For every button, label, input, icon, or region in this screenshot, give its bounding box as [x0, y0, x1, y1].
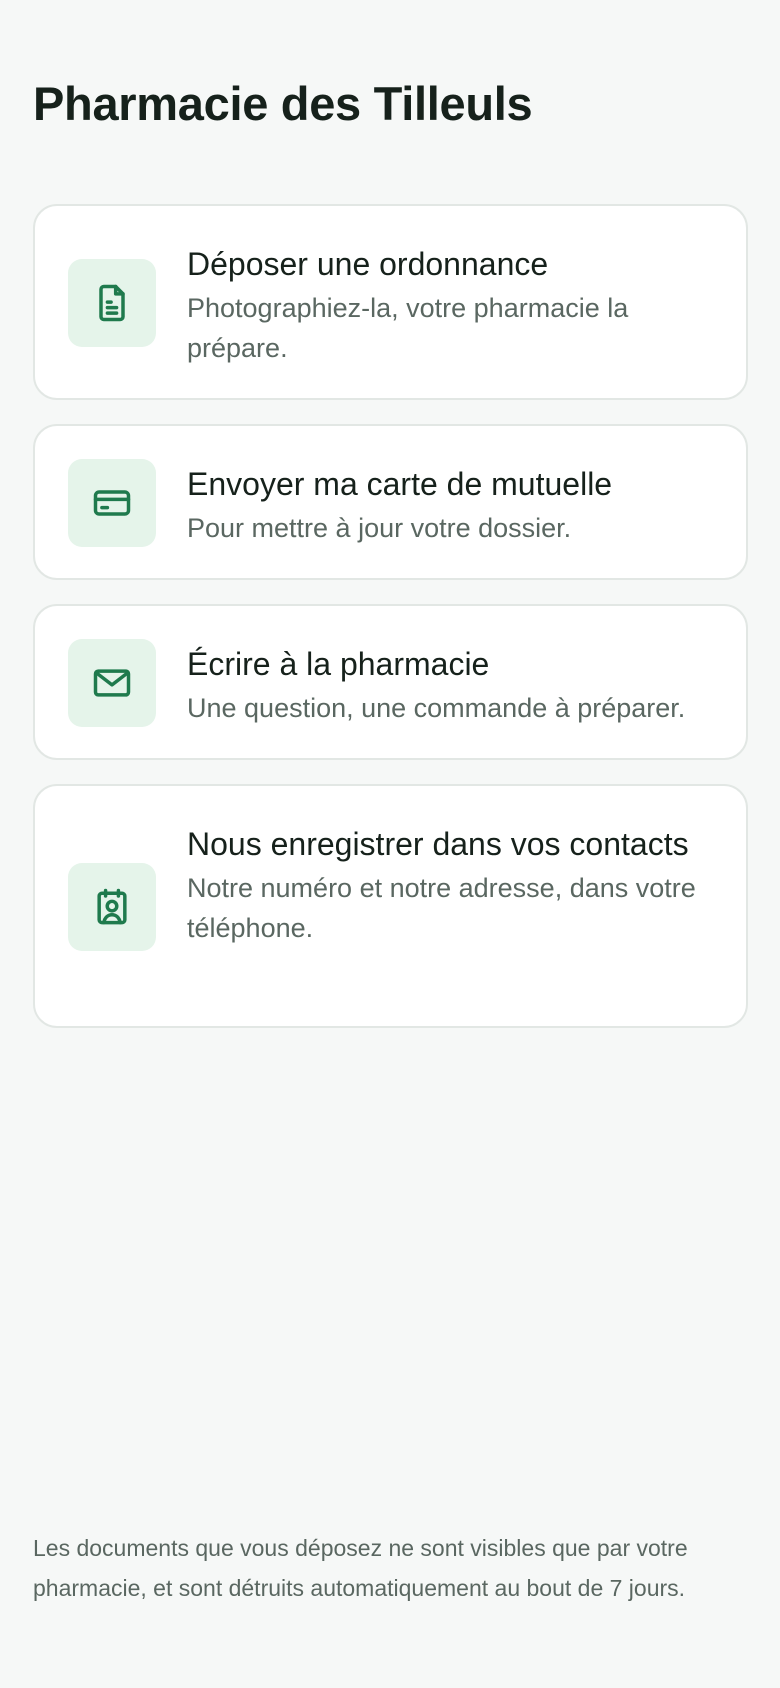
contact-card-icon: [97, 888, 127, 925]
icon-box: [68, 863, 156, 951]
card-title: Nous enregistrer dans vos contacts: [187, 826, 689, 862]
credit-card-icon: [93, 490, 131, 516]
icon-box: [68, 639, 156, 727]
icon-box: [68, 459, 156, 547]
action-card-message[interactable]: Écrire à la pharmacie Une question, une …: [33, 604, 748, 760]
card-description: Une question, une commande à préparer.: [187, 693, 686, 723]
action-card-prescription[interactable]: Déposer une ordonnance Photographiez-la,…: [33, 204, 748, 400]
card-text: Envoyer ma carte de mutuelle Pour mettre…: [187, 460, 716, 548]
privacy-note: Les documents que vous déposez ne sont v…: [33, 1535, 688, 1601]
document-icon: [99, 284, 125, 322]
card-description: Notre numéro et notre adresse, dans votr…: [187, 873, 696, 943]
page-title: Pharmacie des Tilleuls: [33, 77, 533, 130]
card-text: Écrire à la pharmacie Une question, une …: [187, 640, 716, 728]
action-card-contacts[interactable]: Nous enregistrer dans vos contacts Notre…: [33, 784, 748, 1028]
mail-icon: [93, 669, 131, 697]
card-title: Déposer une ordonnance: [187, 246, 549, 282]
action-card-insurance[interactable]: Envoyer ma carte de mutuelle Pour mettre…: [33, 424, 748, 580]
card-title: Envoyer ma carte de mutuelle: [187, 466, 613, 502]
card-description: Pour mettre à jour votre dossier.: [187, 513, 572, 543]
card-text: Déposer une ordonnance Photographiez-la,…: [187, 240, 716, 368]
card-description: Photographiez-la, votre pharmacie la pré…: [187, 293, 629, 363]
icon-box: [68, 259, 156, 347]
card-text: Nous enregistrer dans vos contacts Notre…: [187, 820, 716, 948]
card-title: Écrire à la pharmacie: [187, 646, 490, 682]
